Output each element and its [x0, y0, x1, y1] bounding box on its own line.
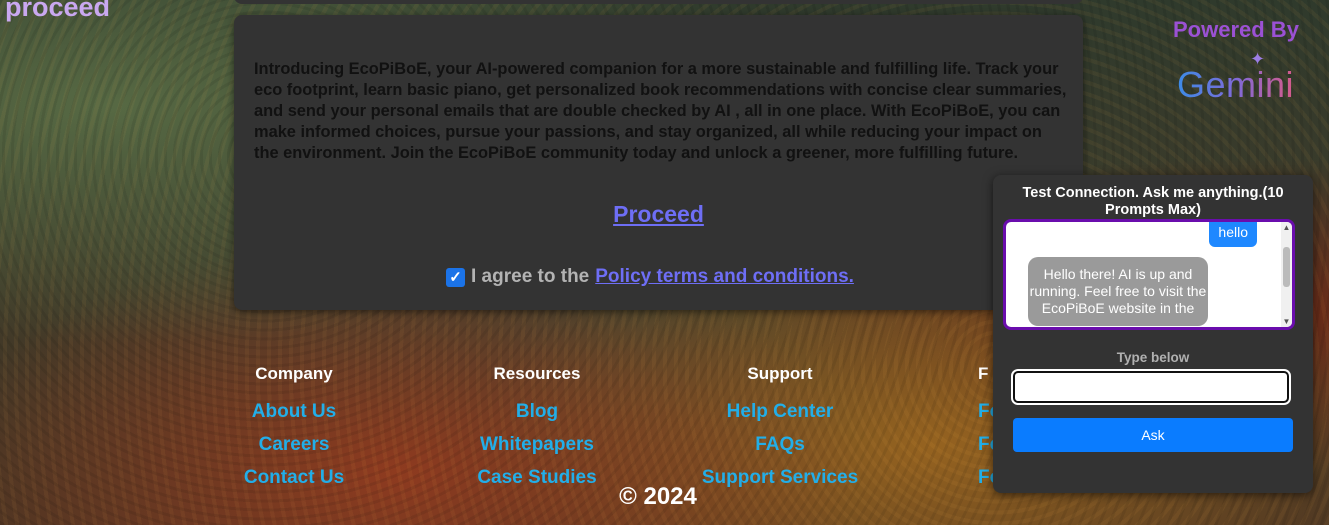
policy-terms-link[interactable]: Policy terms and conditions. [595, 266, 854, 288]
page-title: proceed [5, 0, 111, 22]
footer-heading: Resources [493, 364, 581, 383]
scroll-up-icon[interactable]: ▲ [1281, 223, 1292, 232]
footer-link-careers[interactable]: Careers [194, 434, 394, 467]
type-below-label: Type below [1116, 350, 1190, 365]
footer-heading: Support [747, 364, 813, 383]
previous-card-edge [234, 0, 1083, 4]
footer-column-support: Support Help Center FAQs Support Service… [680, 364, 880, 500]
agree-row: ✓ I agree to the Policy terms and condit… [446, 266, 854, 288]
footer-column-resources: Resources Blog Whitepapers Case Studies [437, 364, 637, 500]
agree-checkbox[interactable]: ✓ [446, 267, 465, 287]
powered-by-label: Powered By [1173, 17, 1299, 42]
user-message: hello [1209, 222, 1257, 247]
footer-heading: Company [255, 364, 333, 383]
footer-link-blog[interactable]: Blog [437, 401, 637, 434]
footer-column-company: Company About Us Careers Contact Us [194, 364, 394, 500]
proceed-link[interactable]: Proceed [234, 201, 1083, 228]
chat-scrollbar[interactable]: ▲ ▼ [1281, 222, 1292, 327]
intro-card: Introducing EcoPiBoE, your AI-powered co… [234, 15, 1083, 310]
chat-widget: Test Connection. Ask me anything.(10 Pro… [993, 175, 1313, 493]
footer-link-whitepapers[interactable]: Whitepapers [437, 434, 637, 467]
gemini-logo: Gemini [1177, 64, 1295, 105]
footer-link-help-center[interactable]: Help Center [680, 401, 880, 434]
chat-input[interactable] [1011, 369, 1291, 405]
footer-link-about-us[interactable]: About Us [194, 401, 394, 434]
bot-message: Hello there! AI is up and running. Feel … [1028, 257, 1208, 326]
scroll-down-icon[interactable]: ▼ [1281, 317, 1292, 326]
chat-title: Test Connection. Ask me anything.(10 Pro… [1022, 185, 1284, 218]
checkmark-icon: ✓ [449, 269, 462, 286]
agree-label: I agree to the [471, 266, 590, 287]
scroll-thumb[interactable] [1283, 247, 1290, 287]
chat-messages[interactable]: hello Hello there! AI is up and running.… [1003, 219, 1295, 330]
ask-button[interactable]: Ask [1013, 418, 1293, 452]
intro-paragraph: Introducing EcoPiBoE, your AI-powered co… [254, 60, 1067, 162]
footer-link-faqs[interactable]: FAQs [680, 434, 880, 467]
